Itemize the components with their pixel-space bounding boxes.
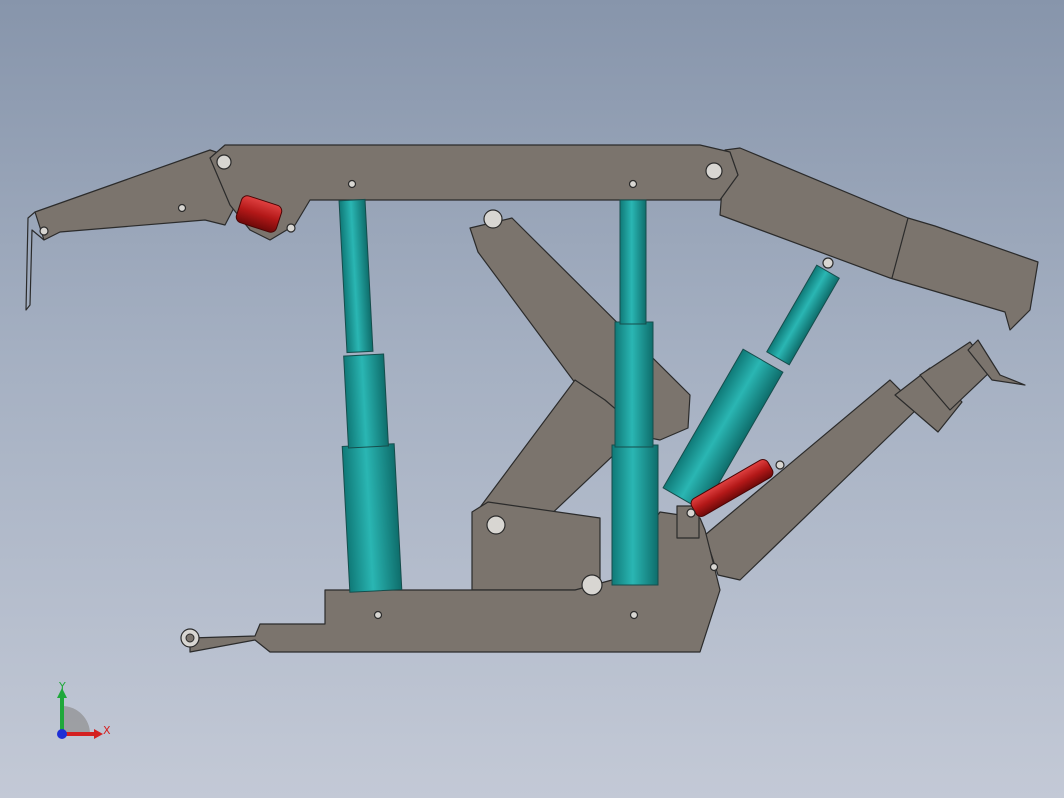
rear-link-bottom-pin — [486, 515, 506, 535]
base-hole-a — [373, 610, 383, 620]
rear-leg-middle-cylinder[interactable] — [343, 353, 389, 449]
base-side-pin — [709, 562, 719, 572]
front-extension-beam[interactable] — [34, 149, 239, 241]
triad-x-arrowhead — [94, 729, 103, 739]
triad-z-axis — [57, 729, 67, 739]
front-leg-group[interactable] — [611, 199, 659, 586]
rear-leg-bottom-cylinder[interactable] — [341, 443, 403, 593]
canopy-hole-a — [347, 179, 357, 189]
front-leg-middle-cylinder[interactable] — [614, 321, 654, 448]
tail-arm-pin — [775, 460, 785, 470]
coordinate-triad: Y X — [57, 680, 111, 739]
extension-pin-a — [39, 226, 49, 236]
base-hole-b — [629, 610, 639, 620]
mount-plate-pin — [686, 508, 696, 518]
rear-leg-group[interactable] — [338, 198, 403, 593]
base-tow-eye-inner — [185, 633, 195, 643]
base-link-pin — [581, 574, 603, 596]
front-leg-bottom-cylinder[interactable] — [611, 444, 659, 586]
canopy-front-pin — [216, 154, 232, 170]
cad-graphics-viewport[interactable]: Y X — [0, 0, 1064, 798]
triad-x-label: X — [103, 724, 111, 737]
front-link-top-pin — [483, 209, 503, 229]
canopy-hole-b — [628, 179, 638, 189]
triad-quarter-disc — [62, 706, 90, 734]
front-canopy[interactable] — [719, 147, 1039, 331]
middle-link-plate[interactable] — [471, 501, 601, 591]
balance-jack-top-pin — [822, 257, 834, 269]
hydraulic-support-model[interactable]: Y X — [0, 0, 1064, 798]
front-leg-piston-rod[interactable] — [619, 199, 647, 325]
extension-pin-b — [177, 203, 187, 213]
canopy-rear-pin — [705, 162, 723, 180]
rear-leg-piston-rod[interactable] — [338, 198, 374, 354]
triad-y-label: Y — [58, 680, 66, 693]
extension-pin-c — [286, 223, 296, 233]
balance-jack-rod[interactable] — [766, 264, 840, 366]
